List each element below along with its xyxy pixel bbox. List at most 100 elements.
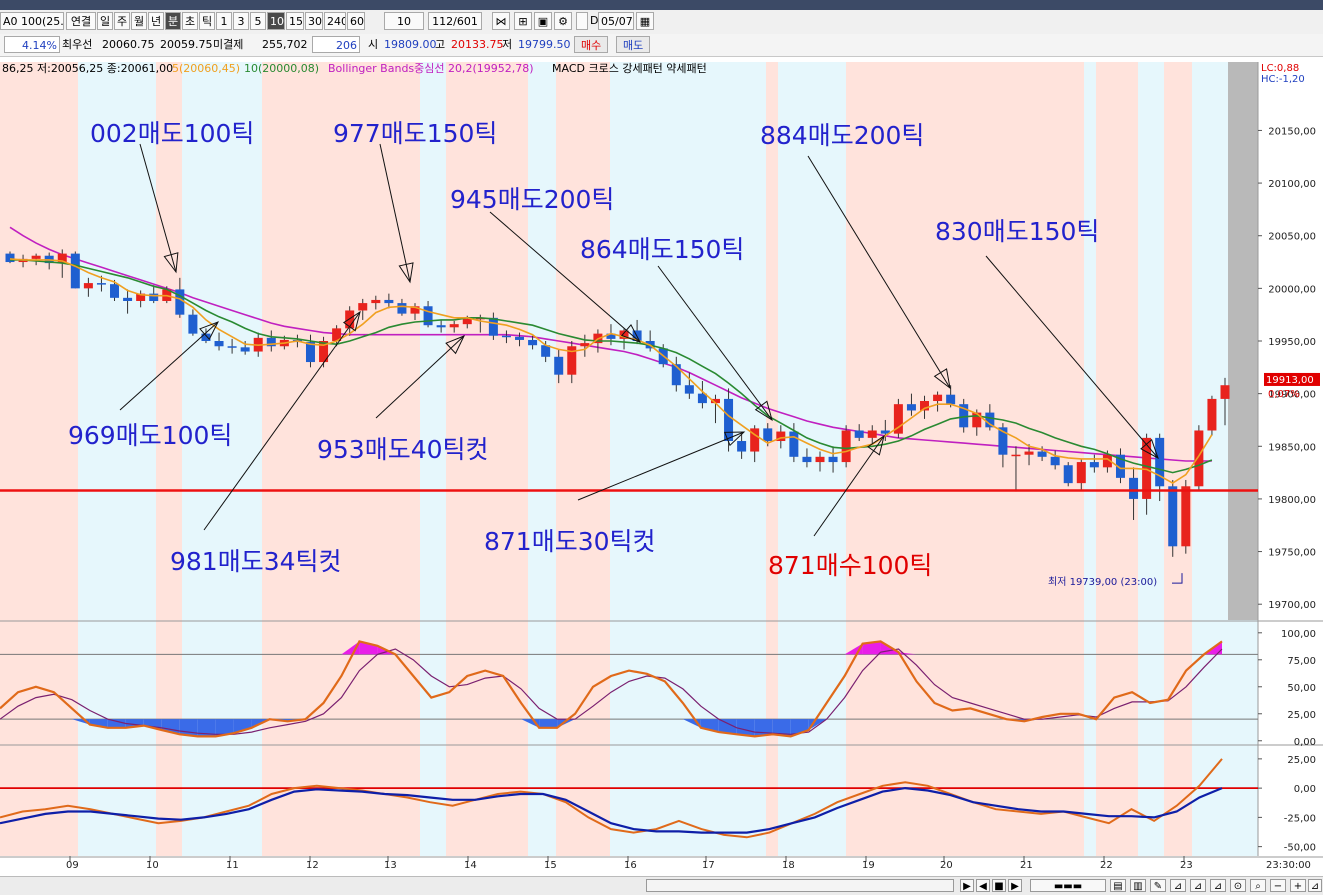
- price-axis-tick-label-1: 19750,00: [1268, 548, 1316, 559]
- chart-toolbar: A0 100(25.0 연결일주월년분초틱13510153024060 10 1…: [0, 10, 1323, 35]
- candle-body-5: [70, 253, 80, 289]
- tool-icon-f[interactable]: ⊿: [1210, 879, 1226, 892]
- candle-body-44: [580, 343, 590, 347]
- best-ask-label: 최우선: [62, 38, 93, 51]
- legend-macd-pattern: MACD 크로스 강세패턴 약세패턴: [552, 61, 707, 75]
- x-label-5: 14: [464, 860, 477, 871]
- expand-icon[interactable]: ⊿: [1308, 879, 1322, 892]
- interval-button-8[interactable]: 1: [216, 12, 232, 30]
- trade-annotation-3: 864매도150틱: [580, 235, 744, 264]
- calendar-icon[interactable]: ▦: [636, 12, 654, 30]
- interval-button-3[interactable]: 월: [131, 12, 147, 30]
- x-label-4: 13: [384, 860, 397, 871]
- buy-button[interactable]: 매수: [574, 36, 609, 53]
- lc-label: LC:0,88: [1261, 63, 1299, 74]
- trade-annotation-7: 953매도40틱컷: [317, 435, 489, 464]
- interval-button-11[interactable]: 10: [267, 12, 285, 30]
- zoom-out-icon[interactable]: −: [1270, 879, 1286, 892]
- candle-body-89: [1168, 486, 1178, 547]
- candle-body-71: [933, 394, 943, 402]
- interval-button-5[interactable]: 분: [165, 12, 181, 30]
- session-band-9: [610, 62, 766, 856]
- tool-icon-g[interactable]: ⊙: [1230, 879, 1246, 892]
- open-label: 시: [368, 38, 379, 51]
- session-band-8: [556, 62, 610, 856]
- open-interest-change: 206: [312, 36, 360, 53]
- interval-button-9[interactable]: 3: [233, 12, 249, 30]
- symbol-field[interactable]: A0 100(25.0: [0, 12, 64, 30]
- trade-annotation-0: 002매도100틱: [90, 119, 254, 148]
- trade-annotation-2: 945매도200틱: [450, 185, 614, 214]
- interval-button-7[interactable]: 틱: [199, 12, 215, 30]
- interval-button-13[interactable]: 30: [305, 12, 323, 30]
- candle-body-93: [1220, 385, 1230, 399]
- lowest-price-label: 최저 19739,00 (23:00): [1048, 576, 1157, 588]
- settings-gear-icon[interactable]: ⚙: [554, 12, 572, 30]
- interval-button-10[interactable]: 5: [250, 12, 266, 30]
- step-back-icon[interactable]: ◀: [976, 879, 990, 892]
- candle-body-38: [501, 335, 511, 338]
- stoch-axis-tick-label-1: 25,00: [1287, 710, 1316, 721]
- right-margin-area: [1228, 62, 1258, 620]
- x-label-12: 21: [1020, 860, 1033, 871]
- interval-button-2[interactable]: 주: [114, 12, 130, 30]
- candle-body-62: [815, 456, 825, 463]
- candle-body-32: [423, 306, 433, 326]
- trade-annotation-6: 969매도100틱: [68, 421, 232, 450]
- x-label-6: 15: [544, 860, 557, 871]
- high-label: 고: [435, 38, 446, 51]
- candle-body-40: [528, 339, 538, 346]
- date-field[interactable]: 05/07: [598, 12, 634, 30]
- tool-icon-b[interactable]: ▥: [1130, 879, 1146, 892]
- zoom-icon[interactable]: ⊞: [514, 12, 532, 30]
- stoch-axis-tick-label-3: 75,00: [1287, 656, 1316, 667]
- interval-button-6[interactable]: 초: [182, 12, 198, 30]
- candle-body-63: [828, 456, 838, 463]
- interval-button-0[interactable]: 연결: [66, 12, 96, 30]
- checkbox[interactable]: [576, 12, 588, 30]
- candle-body-34: [449, 324, 459, 328]
- interval-button-1[interactable]: 일: [97, 12, 113, 30]
- candle-body-78: [1024, 451, 1034, 455]
- stoch-axis-tick-label-2: 50,00: [1287, 683, 1316, 694]
- price-axis-tick-label-5: 19950,00: [1268, 337, 1316, 348]
- macd-axis-tick-label-2: 0,00: [1294, 784, 1316, 795]
- step-forward-icon[interactable]: ▶: [1008, 879, 1022, 892]
- price-chart[interactable]: 19700,0019750,0019800,0019850,0019900,00…: [0, 56, 1323, 876]
- candle-body-66: [867, 430, 877, 438]
- last-price-label: 19913,00: [1266, 375, 1314, 386]
- tool-icon-a[interactable]: ▤: [1110, 879, 1126, 892]
- macd-axis-tick-label-0: -50,00: [1284, 843, 1316, 854]
- play-icon[interactable]: ▶: [960, 879, 974, 892]
- price-axis-tick-label-6: 20000,00: [1268, 284, 1316, 295]
- x-label-2: 11: [226, 860, 239, 871]
- session-band-1: [78, 62, 156, 856]
- scroll-track[interactable]: [646, 879, 954, 892]
- price-axis-tick-label-9: 20150,00: [1268, 126, 1316, 137]
- trade-annotation-10: 871매수100틱: [768, 551, 932, 580]
- interval-button-4[interactable]: 년: [148, 12, 164, 30]
- interval-button-12[interactable]: 15: [286, 12, 304, 30]
- tool-icon-e[interactable]: ⊿: [1190, 879, 1206, 892]
- tool-icon[interactable]: ⋈: [492, 12, 510, 30]
- interval-button-14[interactable]: 240: [324, 12, 346, 30]
- interval-button-15[interactable]: 60: [347, 12, 365, 30]
- stop-icon[interactable]: ■: [992, 879, 1006, 892]
- candle-body-29: [384, 299, 394, 304]
- candle-body-16: [214, 341, 224, 347]
- candle-body-13: [175, 289, 185, 315]
- tool-icon-c[interactable]: ✎: [1150, 879, 1166, 892]
- x-label-13: 22: [1100, 860, 1113, 871]
- x-label-7: 16: [624, 860, 637, 871]
- candle-body-58: [763, 428, 773, 442]
- sell-button[interactable]: 매도: [616, 36, 651, 53]
- tool-icon-d[interactable]: ⊿: [1170, 879, 1186, 892]
- zoom-in-icon[interactable]: +: [1290, 879, 1306, 892]
- save-icon[interactable]: ▣: [534, 12, 552, 30]
- interval-select[interactable]: 10: [384, 12, 424, 30]
- candle-body-83: [1089, 462, 1099, 468]
- candle-body-64: [841, 430, 851, 463]
- search-icon[interactable]: ⌕: [1250, 879, 1266, 892]
- candle-body-8: [110, 284, 120, 298]
- scroll-slider[interactable]: ▬▬▬: [1030, 879, 1106, 892]
